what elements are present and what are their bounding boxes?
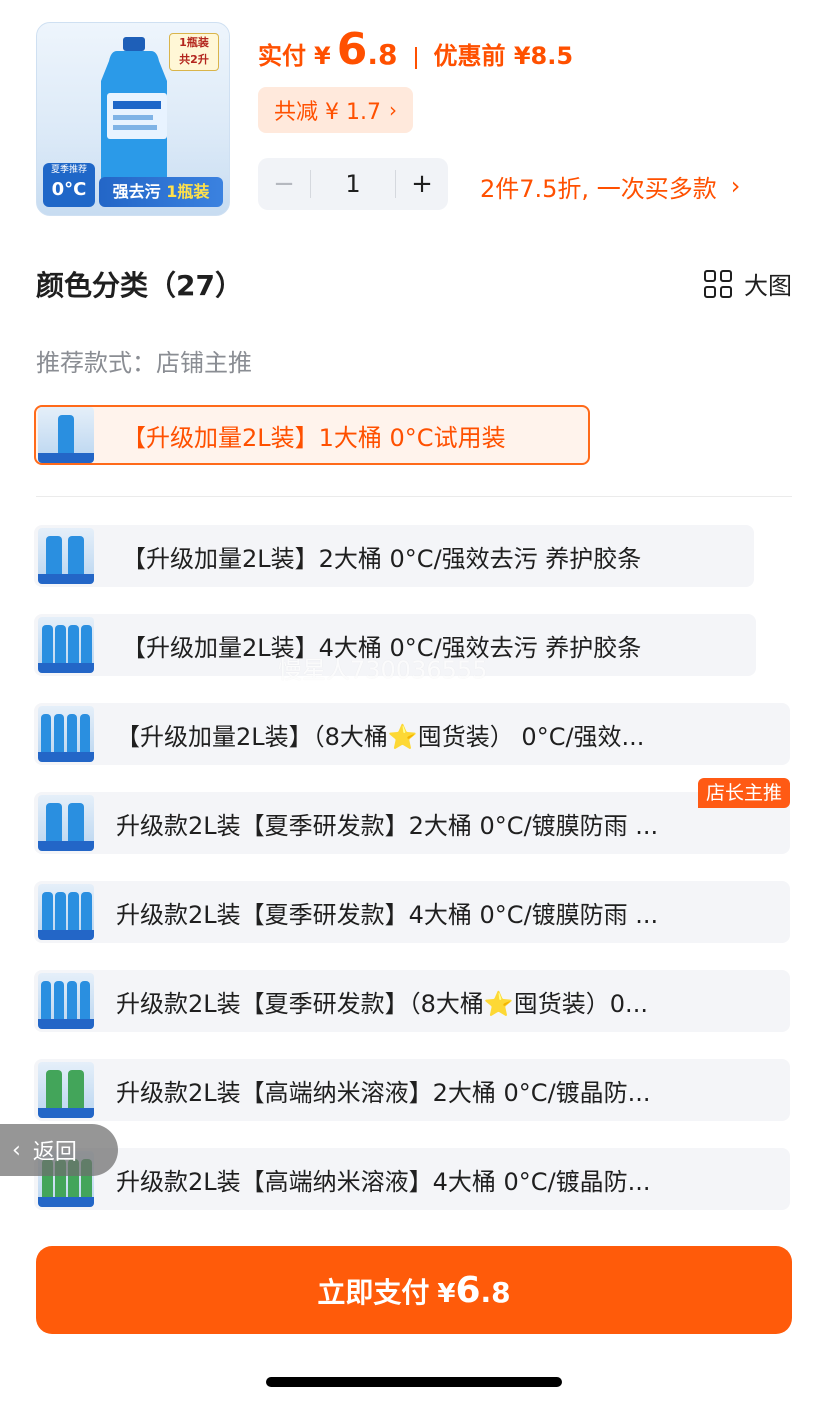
slogan-banner: 强去污 1瓶装 [99,177,223,207]
sku-option-6[interactable]: 升级款2L装【夏季研发款】（8大桶⭐囤货装）0... [34,970,790,1032]
bottle-thumbnail-icon [38,706,94,762]
discount-total: 共减 ¥ 1.7 [274,100,381,125]
bottle-icon [101,37,167,187]
selected-sku-option[interactable]: 【升级加量2L装】1大桶 0°C试用装 [34,405,590,465]
home-indicator [266,1377,562,1387]
product-image[interactable]: 1瓶装 共2升 夏季推荐 0°C 强去污 1瓶装 [36,22,230,216]
bottle-thumbnail-icon [38,528,94,584]
temp-value: 0°C [51,179,87,200]
decrease-button[interactable]: − [258,169,310,199]
category-title: 颜色分类（27） [36,269,243,302]
option-label: 升级款2L装【夏季研发款】（8大桶⭐囤货装）0... [116,989,648,1018]
option-label: 【升级加量2L装】1大桶 0°C试用装 [122,423,506,452]
chevron-left-icon: ‹ [12,1137,21,1163]
sku-option-5[interactable]: 升级款2L装【夏季研发款】4大桶 0°C/镀膜防雨 ... [34,881,790,943]
sku-option-1[interactable]: 【升级加量2L装】2大桶 0°C/强效去污 养护胶条 [34,525,754,587]
bottle-thumbnail-icon [38,884,94,940]
increase-button[interactable]: + [396,169,448,199]
section-divider [36,496,792,497]
pay-price-integer: 6 [455,1270,481,1311]
sku-option-3[interactable]: 【升级加量2L装】（8大桶⭐囤货装） 0°C/强效... [34,703,790,765]
back-button[interactable]: ‹ 返回 [0,1124,118,1176]
temp-caption: 夏季推荐 [50,165,87,175]
discount-detail-button[interactable]: 共减 ¥ 1.7 › [258,87,413,133]
bottle-thumbnail-icon [38,973,94,1029]
recommend-label: 推荐款式：店铺主推 [36,349,252,377]
pay-now-button[interactable]: 立即支付 ¥ 6 .8 [36,1246,792,1334]
multi-buy-promo-link[interactable]: 2件7.5折, 一次买多款 › [480,166,740,206]
chevron-right-icon: › [388,98,397,122]
price-decimal: .8 [367,38,398,71]
grid-icon [704,269,732,298]
original-price-value: ¥8.5 [513,42,574,70]
badge-line-1: 1瓶装 [179,36,209,49]
store-manager-pick-badge: 店长主推 [697,778,790,808]
bundle-badge: 1瓶装 共2升 [169,33,219,71]
bottle-thumbnail-icon [38,1062,94,1118]
currency-symbol: ¥ [437,1279,456,1309]
actual-pay-label: 实付 [258,42,306,70]
price-divider [415,47,418,69]
option-label: 【升级加量2L装】4大桶 0°C/强效去污 养护胶条 [122,633,642,662]
price-integer: 6 [336,24,368,75]
badge-line-2: 共2升 [179,53,209,66]
option-label: 升级款2L装【高端纳米溶液】2大桶 0°C/镀晶防... [116,1078,651,1107]
original-price-label: 优惠前 [433,42,506,70]
quantity-stepper[interactable]: − 1 + [258,158,448,210]
quantity-value[interactable]: 1 [311,170,395,198]
option-label: 升级款2L装【高端纳米溶液】4大桶 0°C/镀晶防... [116,1167,651,1196]
original-price: 优惠前 ¥8.5 [433,36,573,71]
option-label: 【升级加量2L装】（8大桶⭐囤货装） 0°C/强效... [116,722,645,751]
option-label: 升级款2L装【夏季研发款】4大桶 0°C/镀膜防雨 ... [116,900,659,929]
promo-text: 2件7.5折, 一次买多款 [480,174,717,203]
sku-option-7[interactable]: 升级款2L装【高端纳米溶液】2大桶 0°C/镀晶防... [34,1059,790,1121]
option-label: 【升级加量2L装】2大桶 0°C/强效去污 养护胶条 [122,544,642,573]
option-label: 升级款2L装【夏季研发款】2大桶 0°C/镀膜防雨 ... [116,811,659,840]
pay-price-decimal: .8 [480,1276,511,1309]
sku-option-2[interactable]: 【升级加量2L装】4大桶 0°C/强效去污 养护胶条 [34,614,756,676]
slogan-accent: 1瓶装 [166,182,210,201]
sku-option-4[interactable]: 升级款2L装【夏季研发款】2大桶 0°C/镀膜防雨 ... 店长主推 [34,778,790,854]
bottle-thumbnail-icon [38,407,94,463]
bottle-thumbnail-icon [38,795,94,851]
big-picture-toggle[interactable]: 大图 [704,266,792,301]
chevron-right-icon: › [730,172,741,200]
slogan-main: 强去污 [112,182,161,201]
temperature-badge: 夏季推荐 0°C [43,163,95,207]
currency-symbol: ¥ [314,42,331,70]
sku-option-8[interactable]: 升级款2L装【高端纳米溶液】4大桶 0°C/镀晶防... [34,1148,790,1210]
bottle-thumbnail-icon [38,617,94,673]
big-picture-label: 大图 [744,272,792,300]
pay-label: 立即支付 [317,1276,430,1309]
price-row: 实付 ¥ 6 .8 优惠前 ¥8.5 [258,24,573,84]
back-label: 返回 [32,1140,77,1165]
